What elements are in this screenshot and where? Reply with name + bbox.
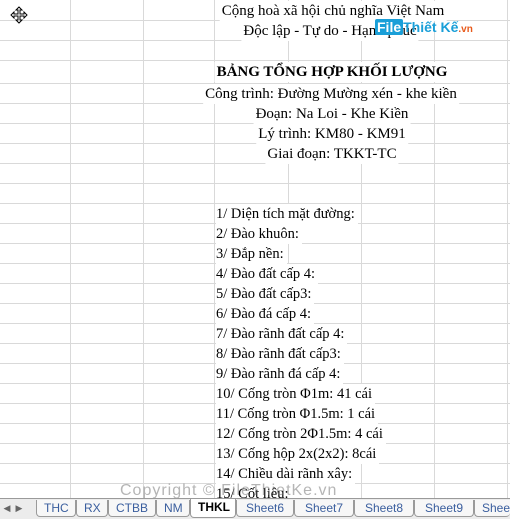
list-item: 1/ Diện tích mặt đường:	[216, 204, 358, 224]
list-item: 2/ Đào khuôn:	[216, 224, 302, 244]
list-item: 4/ Đào đất cấp 4:	[216, 264, 319, 284]
tab-thkl[interactable]: THKL	[190, 499, 236, 518]
tab-scroll-left-icon[interactable]: ◀	[2, 502, 12, 515]
design-stage: Giai đoạn: TKKT-TC	[265, 144, 399, 164]
watermark-logo: File Thiết Kế.vn	[375, 19, 473, 35]
project-name: Công trình: Đường Mường xén - khe kiền	[203, 84, 459, 104]
gridline	[0, 163, 510, 164]
tab-nm[interactable]: NM	[156, 500, 190, 517]
move-cursor-icon	[10, 6, 28, 24]
spreadsheet-grid[interactable]: Cộng hoà xã hội chủ nghĩa Việt Nam Độc l…	[0, 0, 510, 498]
tab-sheet6[interactable]: Sheet6	[236, 500, 294, 517]
watermark-thietke: Thiết Kế	[403, 19, 459, 35]
list-item: 5/ Đào đất cấp3:	[216, 284, 315, 304]
tab-ctbb[interactable]: CTBB	[108, 500, 156, 517]
copyright-watermark: Copyright © FileThietKe.vn	[120, 482, 338, 498]
report-title: BẢNG TỔNG HỢP KHỐI LƯỢNG	[214, 62, 450, 82]
list-item: 7/ Đào rãnh đất cấp 4:	[216, 324, 348, 344]
tab-scroll-right-icon[interactable]: ▶	[14, 502, 24, 515]
list-item: 14/ Chiều dài rãnh xây:	[216, 464, 356, 484]
list-item: 8/ Đào rãnh đất cấp3:	[216, 344, 344, 364]
chainage: Lý trình: KM80 - KM91	[256, 124, 408, 144]
gridline	[0, 143, 510, 144]
list-item: 13/ Cống hộp 2x(2x2): 8cái	[216, 444, 380, 464]
list-item: 12/ Cống tròn 2Φ1.5m: 4 cái	[216, 424, 386, 444]
list-item: 3/ Đắp nền:	[216, 244, 287, 264]
tab-sheet7[interactable]: Sheet7	[294, 500, 354, 517]
sheet-tab-bar: ◀ ▶ THC RX CTBB NM THKL Sheet6 Sheet7 Sh…	[0, 498, 510, 519]
national-title: Cộng hoà xã hội chủ nghĩa Việt Nam	[219, 1, 447, 21]
tab-sheet9[interactable]: Sheet9	[414, 500, 474, 517]
tab-sheet8[interactable]: Sheet8	[354, 500, 414, 517]
tab-thc[interactable]: THC	[36, 500, 76, 517]
list-item: 11/ Cống tròn Φ1.5m: 1 cái	[216, 404, 379, 424]
list-item: 6/ Đào đá cấp 4:	[216, 304, 315, 324]
gridline	[0, 60, 510, 61]
segment-name: Đoạn: Na Loi - Khe Kiền	[253, 104, 411, 124]
watermark-file: File	[375, 19, 404, 35]
tab-sheet10[interactable]: Shee	[474, 500, 510, 517]
tab-rx[interactable]: RX	[76, 500, 108, 517]
list-item: 9/ Đào rãnh đá cấp 4:	[216, 364, 344, 384]
gridline	[0, 183, 510, 184]
watermark-vn: .vn	[458, 24, 473, 35]
list-item: 10/ Cống tròn Φ1m: 41 cái	[216, 384, 375, 404]
